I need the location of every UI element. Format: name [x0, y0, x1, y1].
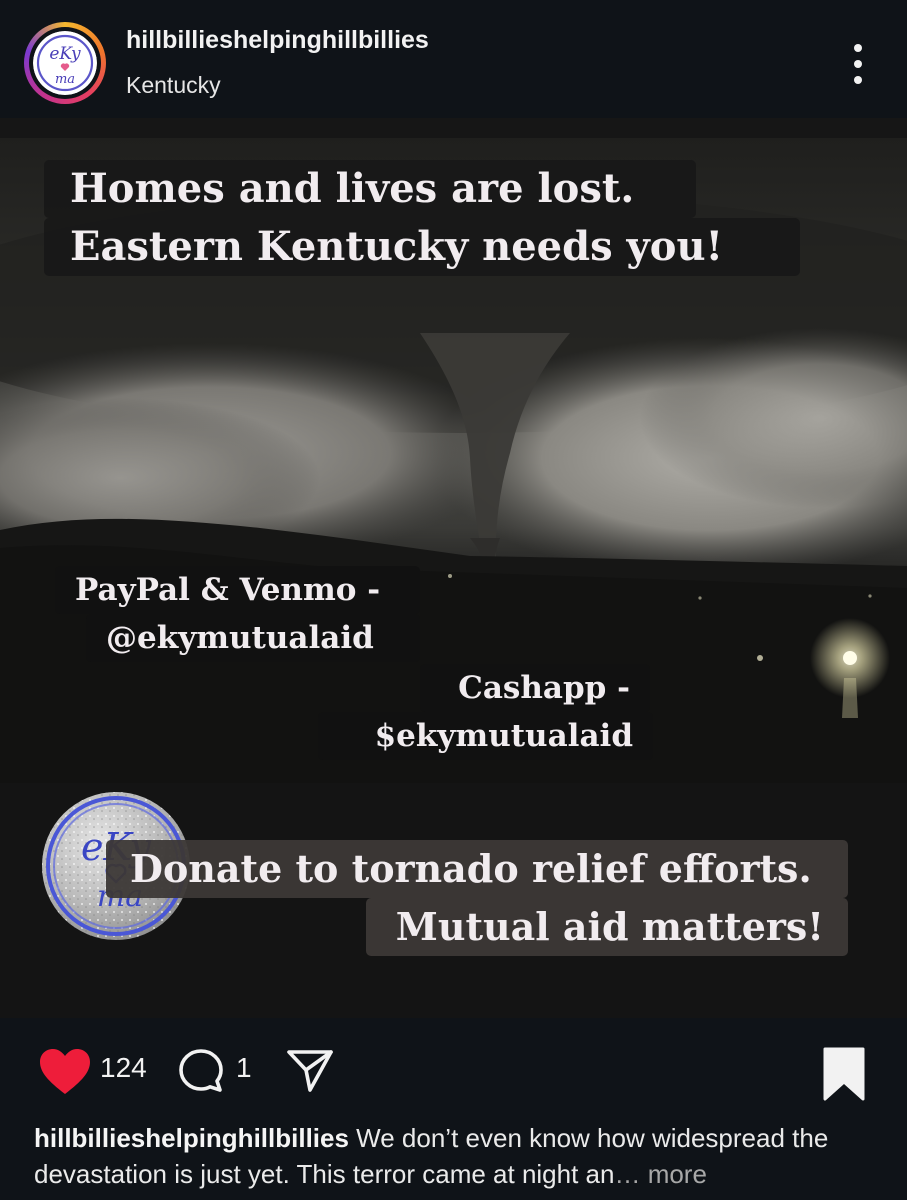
headline-line-1: Homes and lives are lost. — [44, 160, 696, 218]
more-vertical-icon[interactable] — [840, 40, 876, 88]
avatar-logo-image: eKy ma — [33, 31, 97, 95]
cashapp-line-2: $ekymutualaid — [318, 712, 653, 760]
caption-more-link[interactable]: … more — [614, 1159, 706, 1189]
action-bar: 124 1 — [0, 1018, 907, 1120]
like-count[interactable]: 124 — [100, 1052, 147, 1084]
comment-icon[interactable] — [178, 1048, 224, 1094]
post-username[interactable]: hillbillieshelpinghillbillies — [126, 26, 429, 55]
paypal-line-2: @ekymutualaid — [86, 614, 420, 662]
post-image[interactable]: Homes and lives are lost. Eastern Kentuc… — [0, 118, 907, 1018]
avatar-text-top: eKy — [49, 44, 81, 64]
paypal-line-1: PayPal & Venmo - — [55, 566, 420, 614]
avatar-text-bottom: ma — [55, 72, 75, 87]
cashapp-line-1: Cashapp - — [420, 664, 650, 712]
bookmark-icon[interactable] — [822, 1046, 866, 1102]
post-header: eKy ma hillbillieshelpinghillbillies Ken… — [0, 0, 907, 118]
donate-line-2: Mutual aid matters! — [366, 898, 848, 956]
post-caption: hillbillieshelpinghillbillies We don’t e… — [34, 1120, 884, 1192]
headline-line-2: Eastern Kentucky needs you! — [44, 218, 800, 276]
caption-username[interactable]: hillbillieshelpinghillbillies — [34, 1123, 349, 1153]
profile-avatar[interactable]: eKy ma — [24, 22, 106, 104]
share-icon[interactable] — [286, 1048, 334, 1094]
heart-icon[interactable] — [38, 1048, 92, 1096]
comment-count[interactable]: 1 — [236, 1052, 252, 1084]
post-location[interactable]: Kentucky — [126, 72, 221, 99]
donate-line-1: Donate to tornado relief efforts. — [106, 840, 848, 898]
